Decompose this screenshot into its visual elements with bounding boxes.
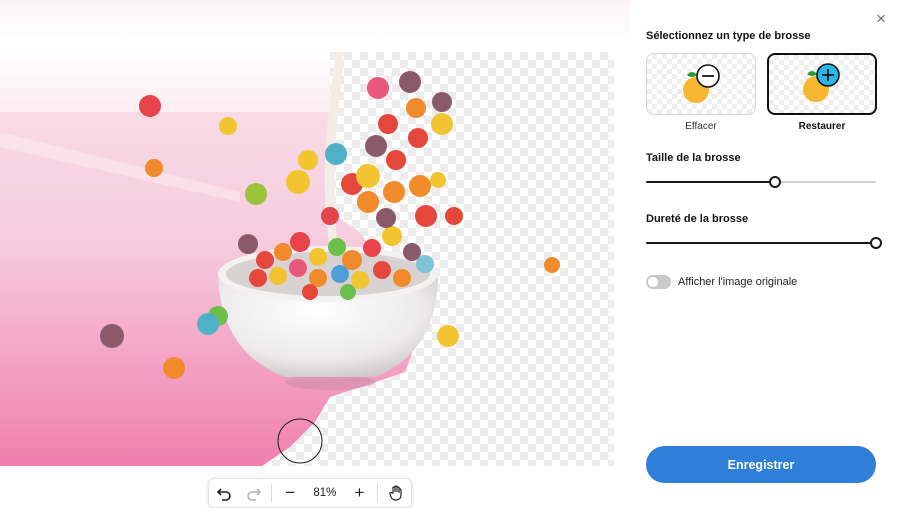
show-original-toggle[interactable] — [646, 275, 671, 289]
toolbar-divider — [377, 484, 379, 502]
close-icon[interactable]: × — [872, 10, 890, 28]
redo-icon[interactable] — [239, 479, 269, 507]
editor-area: − 81% + — [0, 0, 630, 508]
save-button[interactable]: Enregistrer — [646, 446, 876, 483]
show-original-row: Afficher l'image originale — [646, 275, 797, 289]
eraser-orange-icon — [683, 64, 720, 103]
zoom-in-button[interactable]: + — [345, 479, 375, 507]
cereal-bowl-image — [0, 52, 560, 466]
toggle-knob — [648, 277, 658, 287]
brush-option-erase[interactable] — [646, 53, 756, 115]
brush-settings-panel: × Sélectionnez un type de brosse Effacer… — [630, 0, 900, 504]
slider-fill — [646, 181, 775, 183]
slider-thumb[interactable] — [870, 237, 882, 249]
brush-hardness-label: Dureté de la brosse — [646, 213, 749, 225]
slider-fill — [646, 242, 876, 244]
brush-size-label: Taille de la brosse — [646, 152, 741, 164]
zoom-out-button[interactable]: − — [275, 479, 305, 507]
toolbar-divider — [271, 484, 273, 502]
brush-hardness-slider[interactable] — [646, 237, 882, 249]
image-canvas[interactable] — [0, 52, 614, 466]
slider-thumb[interactable] — [768, 176, 781, 188]
zoom-level: 81% — [313, 487, 337, 499]
brush-option-erase-label: Effacer — [685, 121, 717, 132]
show-original-label: Afficher l'image originale — [678, 276, 798, 288]
restore-orange-icon — [803, 63, 840, 102]
brush-type-title: Sélectionnez un type de brosse — [646, 30, 811, 42]
brush-option-restore[interactable] — [767, 53, 877, 115]
undo-icon[interactable] — [209, 479, 239, 507]
brush-size-slider[interactable] — [646, 176, 876, 188]
brush-option-restore-label: Restaurer — [798, 121, 846, 132]
hand-icon[interactable] — [381, 479, 411, 507]
